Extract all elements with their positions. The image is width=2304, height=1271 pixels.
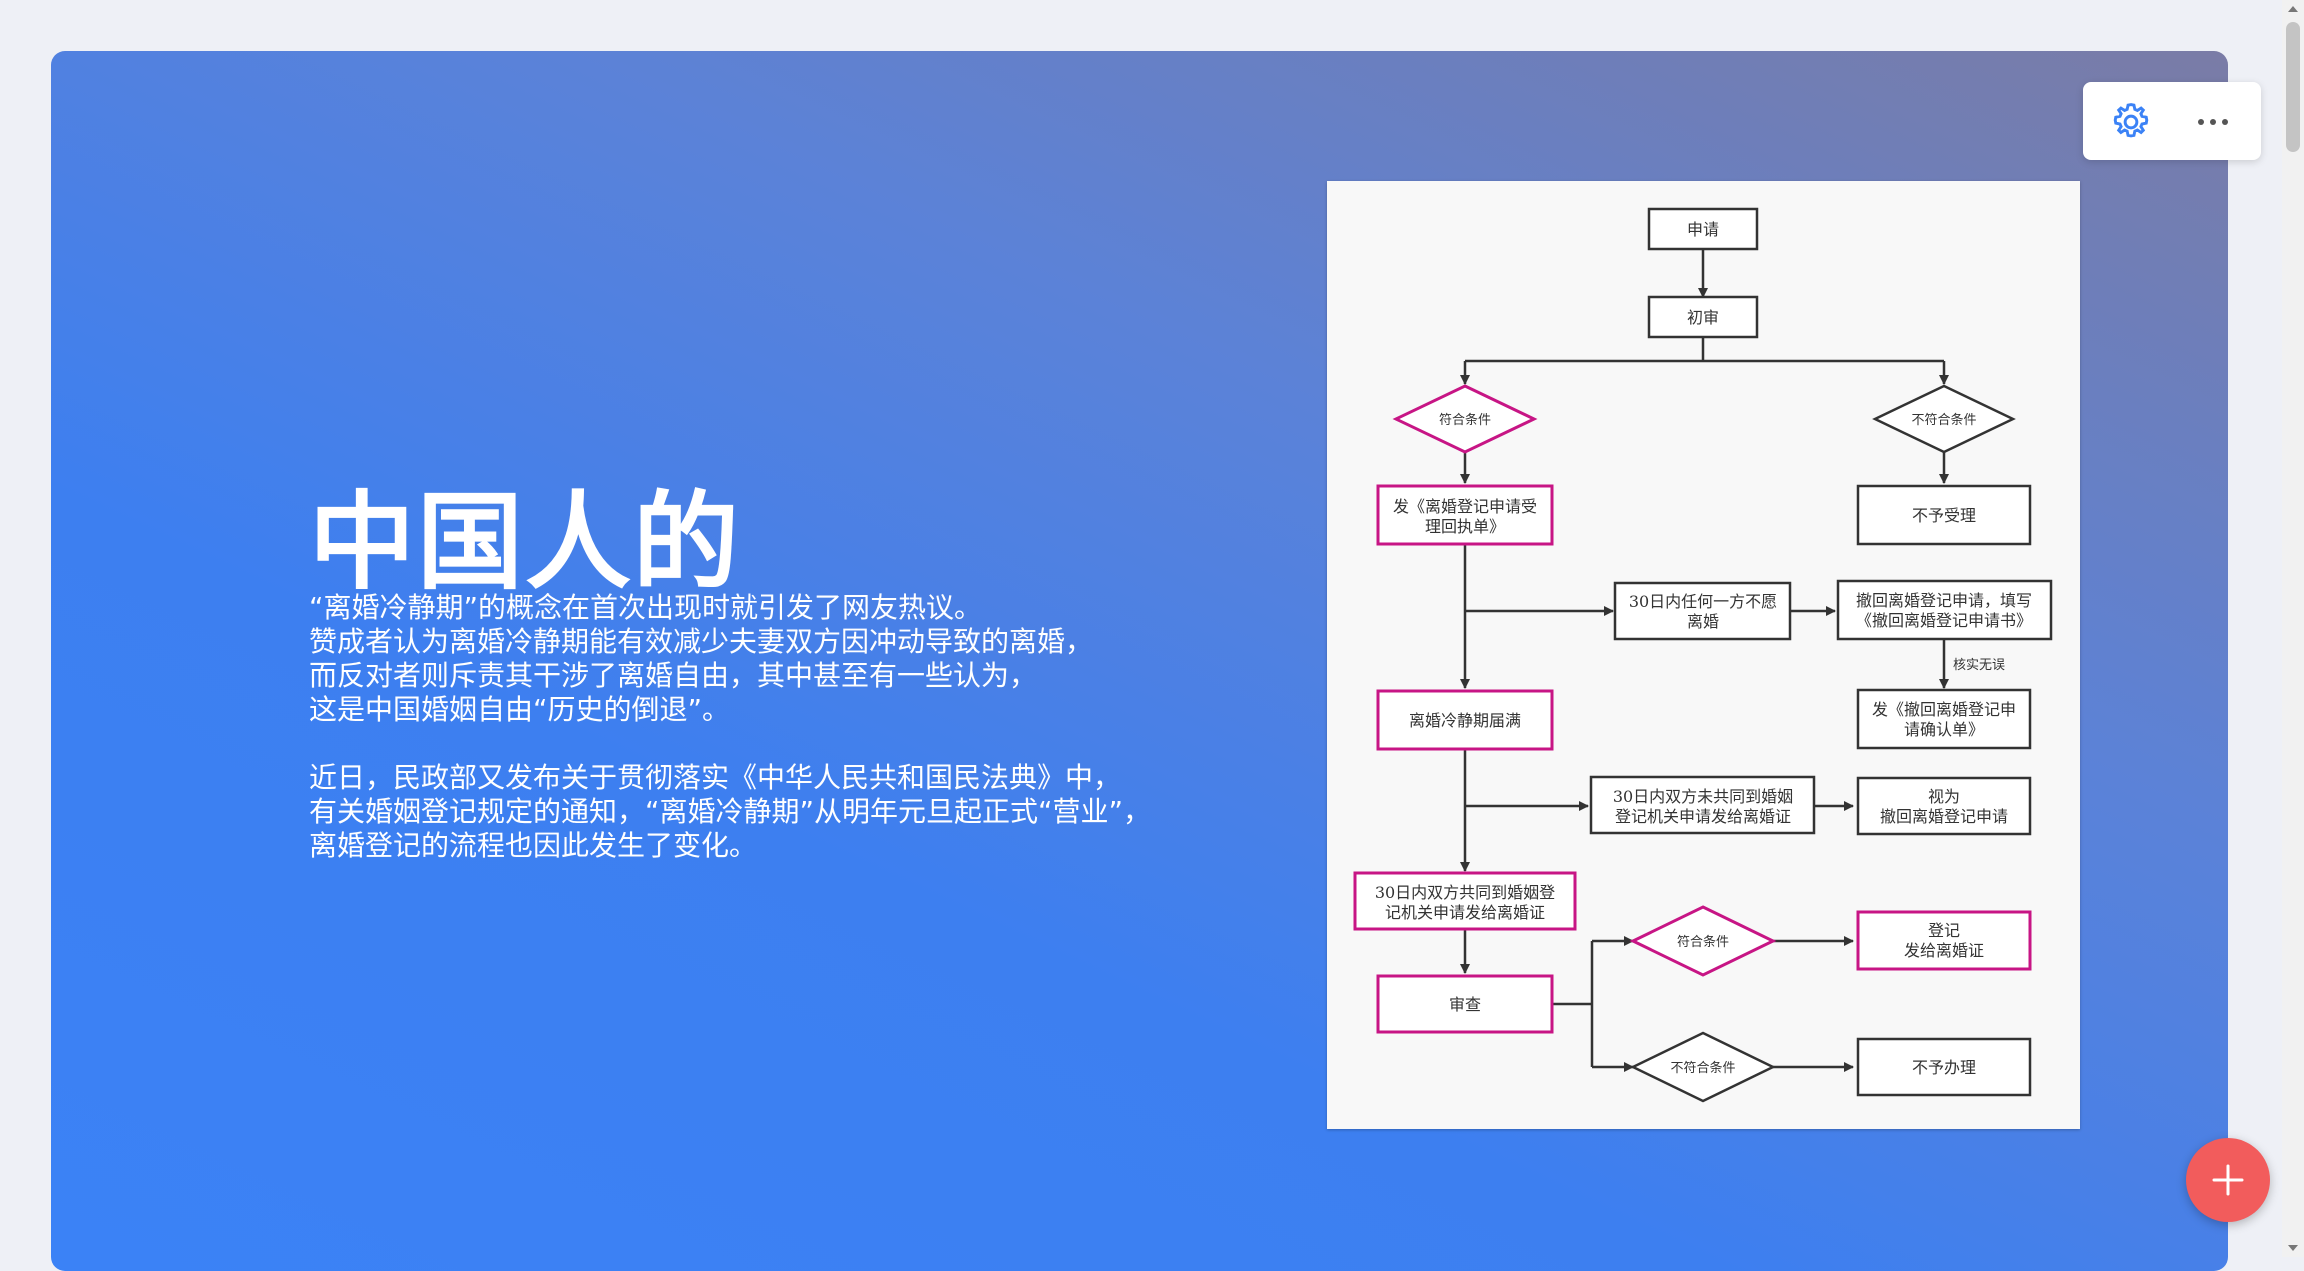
label-register-1: 登记 <box>1928 921 1960 940</box>
plus-icon <box>2212 1164 2244 1196</box>
paragraph-line: 有关婚姻登记规定的通知，“离婚冷静期”从明年元旦起正式“营业”， <box>309 795 1152 828</box>
label-withdraw-any-2: 离婚 <box>1687 612 1719 631</box>
node-withdraw-app <box>1836 579 2053 641</box>
label-not-accepted: 不予受理 <box>1912 506 1976 525</box>
label-deemed-2: 撤回离婚登记申请 <box>1880 807 2008 826</box>
paragraph-line: 离婚登记的流程也因此发生了变化。 <box>309 829 758 862</box>
scroll-down-icon[interactable] <box>2288 1245 2298 1251</box>
add-slide-button[interactable] <box>2186 1138 2270 1222</box>
label-withdraw-any-1: 30日内任何一方不愿 <box>1629 592 1777 611</box>
more-options-button[interactable] <box>2191 100 2235 144</box>
flowchart-svg: 申请 初审 符合条件 不符合条件 发《离婚登记申请受 理回执单》 不予受理 30… <box>1353 207 2053 1103</box>
label-apply: 申请 <box>1687 220 1719 239</box>
node-issue-confirm <box>1856 688 2032 750</box>
slide-paragraph-2: 近日，民政部又发布关于贯彻落实《中华人民共和国民法典》中， 有关婚姻登记规定的通… <box>309 761 1151 863</box>
paragraph-line: 近日，民政部又发布关于贯彻落实《中华人民共和国民法典》中， <box>309 761 1122 794</box>
label-not-meets-2: 不符合条件 <box>1670 1060 1735 1076</box>
gear-icon <box>2113 103 2149 138</box>
label-issue-confirm-1: 发《撤回离婚登记申 <box>1872 700 2016 719</box>
slide-canvas: 中国人的 “离婚冷静期”的概念在首次出现时就引发了网友热议。 赞成者认为离婚冷静… <box>51 51 2228 1271</box>
label-review: 审查 <box>1449 995 1481 1014</box>
label-meets-2: 符合条件 <box>1677 934 1729 950</box>
label-issue-confirm-2: 请确认单》 <box>1904 720 1984 739</box>
label-both-2: 记机关申请发给离婚证 <box>1385 903 1545 922</box>
label-issue-receipt-1: 发《离婚登记申请受 <box>1393 497 1537 516</box>
settings-button[interactable] <box>2109 100 2153 144</box>
scroll-up-icon[interactable] <box>2288 6 2298 12</box>
label-meets: 符合条件 <box>1439 412 1491 428</box>
label-not-both-1: 30日内双方未共同到婚姻 <box>1613 787 1793 806</box>
label-cooling-end: 离婚冷静期届满 <box>1409 711 1521 730</box>
scrollbar-thumb[interactable] <box>2286 22 2300 152</box>
label-verified: 核实无误 <box>1953 658 2005 673</box>
paragraph-line: 这是中国婚姻自由“历史的倒退”。 <box>309 693 731 726</box>
label-issue-receipt-2: 理回执单》 <box>1425 517 1505 536</box>
label-not-both-2: 登记机关申请发给离婚证 <box>1615 807 1791 826</box>
slide-toolbar <box>2083 82 2261 160</box>
label-withdraw-app-1: 撤回离婚登记申请，填写 <box>1856 591 2032 610</box>
paragraph-line: 赞成者认为离婚冷静期能有效减少夫妻双方因冲动导致的离婚， <box>309 625 1094 658</box>
vertical-scrollbar[interactable] <box>2282 0 2304 1257</box>
paragraph-line: 而反对者则斥责其干涉了离婚自由，其中甚至有一些认为， <box>309 659 1038 692</box>
label-initial-review: 初审 <box>1687 308 1719 327</box>
slide-title: 中国人的 <box>309 481 741 604</box>
more-horizontal-icon <box>2198 119 2228 125</box>
label-not-handle: 不予办理 <box>1912 1058 1976 1077</box>
label-withdraw-app-2: 《撤回离婚登记申请书》 <box>1856 611 2032 630</box>
label-both-1: 30日内双方共同到婚姻登 <box>1375 883 1555 902</box>
label-not-meets: 不符合条件 <box>1911 412 1976 428</box>
paragraph-line: “离婚冷静期”的概念在首次出现时就引发了网友热议。 <box>309 591 983 624</box>
label-register-2: 发给离婚证 <box>1904 941 1984 960</box>
label-deemed-1: 视为 <box>1928 787 1960 806</box>
divorce-flowchart-image: 申请 初审 符合条件 不符合条件 发《离婚登记申请受 理回执单》 不予受理 30… <box>1327 181 2080 1129</box>
slide-paragraph-1: “离婚冷静期”的概念在首次出现时就引发了网友热议。 赞成者认为离婚冷静期能有效减… <box>309 591 1093 727</box>
